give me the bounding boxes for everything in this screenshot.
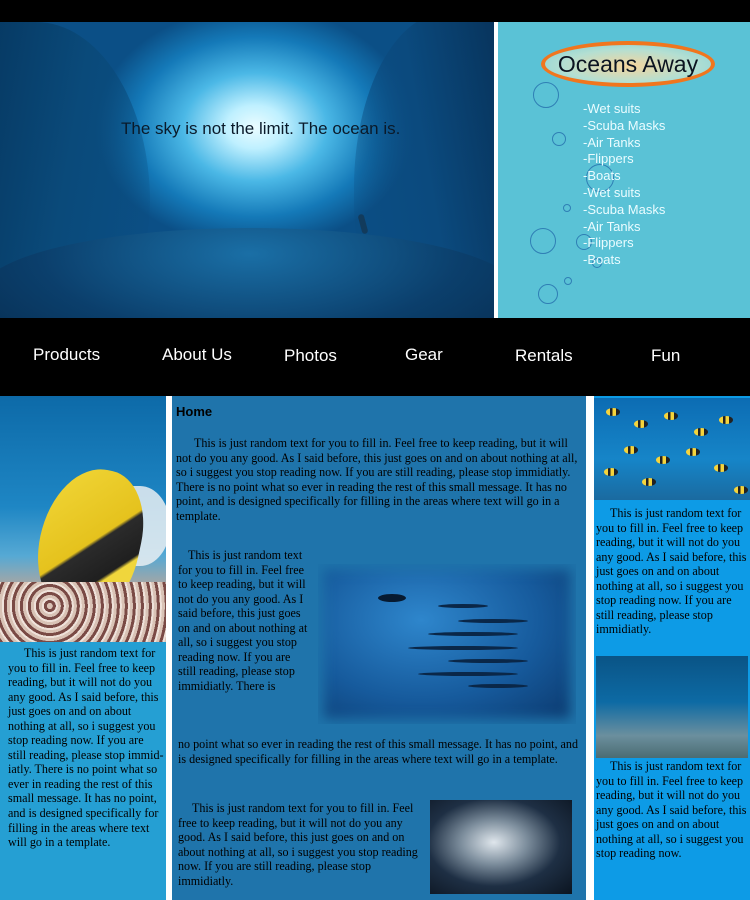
bubble-icon [538, 284, 558, 304]
menu-item-scuba-masks[interactable]: -Scuba Masks [583, 118, 665, 135]
main-paragraph-3: This is just random text for you to fill… [178, 801, 418, 888]
menu-item-flippers[interactable]: -Flippers [583, 235, 665, 252]
fish-shape [734, 486, 748, 494]
right-column-text-1: This is just random text for you to fill… [596, 506, 747, 637]
main-content: Home This is just random text for you to… [172, 396, 586, 900]
fish-shape [428, 632, 518, 636]
main-nav: Products About Us Photos Gear Rentals Fu… [0, 318, 750, 396]
site-logo[interactable]: Oceans Away [498, 51, 750, 78]
fish-shape [634, 420, 648, 428]
nav-rentals[interactable]: Rentals [515, 346, 573, 366]
main-paragraph-1: This is just random text for you to fill… [176, 436, 578, 523]
fish-shape [656, 456, 670, 464]
angelfish-image [0, 396, 166, 642]
hero-tagline: The sky is not the limit. The ocean is. [121, 119, 401, 138]
fish-shape [604, 468, 618, 476]
left-column-text: This is just random text for you to fill… [8, 646, 164, 850]
fish-shape [719, 416, 733, 424]
menu-item-flippers[interactable]: -Flippers [583, 151, 665, 168]
nav-fun[interactable]: Fun [651, 346, 680, 366]
hero-ocean-image: The sky is not the limit. The ocean is. [0, 22, 494, 318]
diver-barracuda-image [318, 564, 576, 724]
page-title: Home [176, 404, 213, 419]
school-of-fish-image [594, 398, 750, 500]
menu-item-air-tanks[interactable]: -Air Tanks [583, 135, 665, 152]
menu-item-scuba-masks[interactable]: -Scuba Masks [583, 202, 665, 219]
fish-shape [714, 464, 728, 472]
bubble-icon [563, 204, 571, 212]
fish-shape [642, 478, 656, 486]
fish-shape [624, 446, 638, 454]
fish-shape [694, 428, 708, 436]
fish-shape [606, 408, 620, 416]
fish-shape [686, 448, 700, 456]
sidebar-panel: Oceans Away -Wet suits -Scuba Masks -Air… [498, 22, 750, 318]
gravel [0, 582, 166, 642]
fish-shape [448, 659, 528, 663]
menu-item-boats[interactable]: -Boats [583, 252, 665, 269]
turtle-reef-image [596, 656, 748, 758]
fish-shape [468, 684, 528, 688]
column-divider-right [586, 396, 594, 900]
product-menu: -Wet suits -Scuba Masks -Air Tanks -Flip… [583, 101, 665, 269]
menu-item-air-tanks[interactable]: -Air Tanks [583, 219, 665, 236]
bubble-icon [533, 82, 559, 108]
fish-shape [458, 619, 528, 623]
fish-shape [664, 412, 678, 420]
nav-photos[interactable]: Photos [284, 346, 337, 366]
right-column-text-2: This is just random text for you to fill… [596, 759, 747, 861]
diver-shape [378, 594, 406, 602]
fish-shape [418, 672, 518, 676]
nav-about-us[interactable]: About Us [162, 345, 232, 365]
main-paragraph-2-rest: no point what so ever in reading the res… [178, 737, 579, 766]
top-bar [0, 0, 750, 22]
nav-gear[interactable]: Gear [405, 345, 443, 365]
menu-item-wet-suits[interactable]: -Wet suits [583, 101, 665, 118]
bubble-icon [564, 277, 572, 285]
bubble-icon [530, 228, 556, 254]
nav-products[interactable]: Products [33, 345, 100, 365]
scuba-gear-image [430, 800, 572, 894]
left-column: This is just random text for you to fill… [0, 396, 166, 900]
fish-shape [408, 646, 518, 650]
bubble-icon [552, 132, 566, 146]
main-paragraph-2-wrap: This is just random text for you to fill… [178, 548, 308, 693]
right-column: This is just random text for you to fill… [594, 396, 750, 900]
fish-shape [438, 604, 488, 608]
menu-item-wet-suits[interactable]: -Wet suits [583, 185, 665, 202]
menu-item-boats[interactable]: -Boats [583, 168, 665, 185]
